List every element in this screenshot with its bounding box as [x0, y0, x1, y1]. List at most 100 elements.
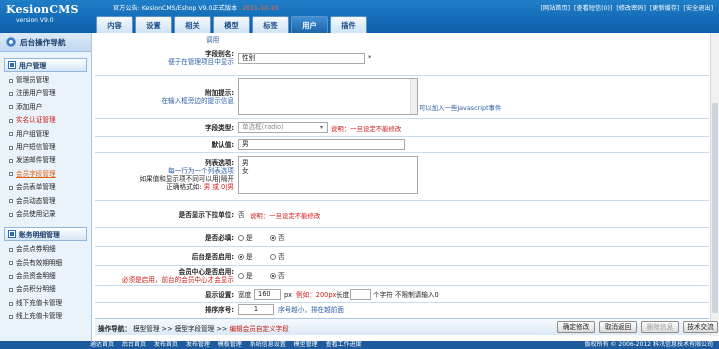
- notice-link[interactable]: KesionCMS/Eshop V9.0正式版本: [142, 5, 237, 12]
- sidebar-item-coupon-details[interactable]: 会员点券明细: [0, 243, 91, 256]
- home-link[interactable]: [网站首页]: [540, 5, 570, 12]
- sidebar-item-member-activity[interactable]: 会员动态管理: [0, 195, 91, 208]
- radio-icon[interactable]: [238, 273, 244, 279]
- type-select[interactable]: 单选框(radio): [238, 122, 328, 133]
- footer-link[interactable]: 模板管理: [218, 341, 242, 348]
- sidebar-item-realname-auth[interactable]: 实名认证管理: [0, 114, 91, 127]
- bullet-icon: [9, 92, 13, 97]
- extra-textarea[interactable]: [238, 78, 418, 115]
- top-links: [网站首页] [查看短信(0)] [修改密码] [更新缓存] [安全退出]: [538, 3, 713, 12]
- footer-link[interactable]: 发布首页: [154, 341, 178, 348]
- footer-link[interactable]: 系统信息设置: [250, 341, 286, 348]
- sidebar-item-online-cards[interactable]: 线上充值卡管理: [0, 310, 91, 323]
- show-unit-label: 是否显示下拉单位:: [178, 211, 234, 219]
- change-password-link[interactable]: [修改密码]: [616, 5, 646, 12]
- type-label: 字段类型:: [204, 124, 234, 132]
- row-field-alias: 字段别名: 便于在管理项目中显示 性别 *: [95, 43, 709, 76]
- chevron-down-icon[interactable]: ▾: [320, 124, 323, 131]
- tab-labels[interactable]: 标签: [252, 16, 289, 33]
- tab-settings[interactable]: 设置: [135, 16, 172, 33]
- top-header: KesionCMS version V9.0 官方公告: KesionCMS/E…: [0, 0, 719, 33]
- tab-users[interactable]: 用户: [291, 16, 328, 33]
- footer-link[interactable]: 发布管理: [186, 341, 210, 348]
- tab-model[interactable]: 模型: [213, 16, 250, 33]
- breadcrumb-path[interactable]: 模型管理 >> 模型字段管理 >>: [133, 325, 227, 333]
- sidebar-item-member-fields[interactable]: 会员字段管理: [0, 168, 91, 181]
- footer-link[interactable]: 后台首页: [122, 341, 146, 348]
- radio-icon[interactable]: [270, 273, 276, 279]
- sidebar-item-add-user[interactable]: 添加用户: [0, 101, 91, 114]
- bullet-icon: [9, 261, 13, 266]
- bullet-icon: [9, 185, 13, 190]
- show-unit-note: 说明：一旦设定不能修改: [250, 212, 321, 220]
- bullet-icon: [9, 212, 13, 217]
- order-label: 排序序号:: [204, 306, 234, 314]
- bullet-icon: [9, 199, 13, 204]
- sidebar-item-registered-users[interactable]: 注册用户管理: [0, 87, 91, 100]
- sidebar-item-offline-cards[interactable]: 线下充值卡管理: [0, 297, 91, 310]
- bullet-icon: [9, 105, 13, 110]
- length-input[interactable]: [350, 289, 371, 300]
- bullet-icon: [9, 172, 13, 177]
- sidebar-item-funds-details[interactable]: 会员资金明细: [0, 270, 91, 283]
- length-note: 个字符 不限制请输入0: [373, 291, 439, 299]
- main-scrollbar[interactable]: [710, 33, 719, 336]
- tab-plugins[interactable]: 插件: [330, 16, 367, 33]
- enabled-radio-no[interactable]: 否: [270, 253, 285, 261]
- tech-exchange-button[interactable]: 技术交流: [683, 321, 718, 333]
- tab-related[interactable]: 相关: [174, 16, 211, 33]
- display-label: 显示设置:: [204, 291, 234, 299]
- sidebar-group-accounting[interactable]: 账务明细管理: [4, 227, 87, 242]
- sidebar-item-points-details[interactable]: 会员积分明细: [0, 283, 91, 296]
- order-input[interactable]: 1: [238, 304, 274, 315]
- alias-hint: 便于在管理项目中显示: [168, 58, 234, 66]
- tab-content[interactable]: 内容: [96, 16, 133, 33]
- options-hint-2: 如果值和显示项不同可以用|隔开: [139, 175, 234, 183]
- footer-link[interactable]: 查看工作进度: [326, 341, 362, 348]
- sidebar-item-user-messages[interactable]: 用户短信管理: [0, 141, 91, 154]
- member-radio-no[interactable]: 否: [270, 272, 285, 280]
- radio-icon[interactable]: [238, 235, 244, 241]
- row-required: 是否必填: 是 否: [95, 228, 709, 247]
- logout-link[interactable]: [安全退出]: [683, 5, 713, 12]
- scrollbar-thumb[interactable]: [712, 103, 718, 313]
- show-unit-value: 否: [238, 211, 245, 219]
- enabled-radio-yes[interactable]: 是: [238, 253, 253, 261]
- options-textarea[interactable]: 男 女: [238, 156, 418, 194]
- alias-input[interactable]: 性别: [238, 53, 365, 64]
- textarea-scrollbar[interactable]: [410, 79, 417, 114]
- footer-link[interactable]: 模型管理: [294, 341, 318, 348]
- messages-link[interactable]: [查看短信(0)]: [574, 5, 612, 12]
- member-radio-yes[interactable]: 是: [238, 272, 253, 280]
- radio-icon[interactable]: [238, 254, 244, 260]
- member-hint: 必须是启用，前台的会员中心才会显示: [121, 276, 234, 284]
- default-input[interactable]: 男: [238, 139, 405, 150]
- sidebar-item-member-usage[interactable]: 会员使用记录: [0, 208, 91, 221]
- sidebar-item-send-mail[interactable]: 发送邮件管理: [0, 154, 91, 167]
- radio-icon[interactable]: [270, 235, 276, 241]
- sidebar-item-member-forms[interactable]: 会员表单管理: [0, 181, 91, 194]
- sidebar-item-user-groups[interactable]: 用户组管理: [0, 128, 91, 141]
- sidebar-item-validity-details[interactable]: 会员有效期明细: [0, 257, 91, 270]
- options-hint-1: 每一行为一个列表选项: [168, 167, 234, 175]
- confirm-button[interactable]: 确定修改: [557, 321, 595, 333]
- radio-icon[interactable]: [270, 254, 276, 260]
- group-title: 用户管理: [19, 62, 47, 70]
- cancel-button[interactable]: 取消返回: [599, 321, 637, 333]
- sidebar-group-user-management[interactable]: 用户管理: [4, 58, 87, 72]
- required-radio-yes[interactable]: 是: [238, 234, 253, 242]
- width-label: 宽度: [238, 291, 252, 299]
- refresh-cache-link[interactable]: [更新缓存]: [650, 5, 680, 12]
- main-tabs: 内容 设置 相关 模型 标签 用户 插件: [96, 16, 367, 33]
- notice-label: 官方公告:: [113, 5, 140, 12]
- width-input[interactable]: 160: [254, 289, 281, 300]
- required-radio-no[interactable]: 否: [270, 234, 285, 242]
- brand-version: version V9.0: [16, 17, 54, 24]
- sidebar-item-admin-management[interactable]: 管理员管理: [0, 74, 91, 87]
- type-note: 说明：一旦设定不能修改: [331, 125, 402, 133]
- group-icon: [9, 62, 15, 68]
- delete-button[interactable]: 删除信息: [641, 321, 679, 333]
- footer-link[interactable]: 通达首页: [90, 341, 114, 348]
- breadcrumb: 操作导航： 模型管理 >> 模型字段管理 >> 编辑会员自定义字段: [98, 323, 289, 333]
- row-list-options: 列表选项: 每一行为一个列表选项 如果值和显示项不同可以用|隔开 正确格式如: …: [95, 153, 709, 201]
